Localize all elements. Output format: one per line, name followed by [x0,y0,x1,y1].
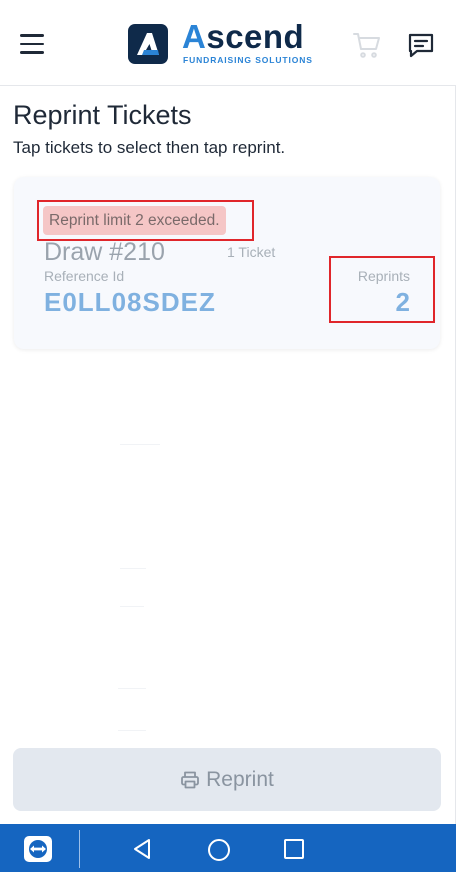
back-icon[interactable] [130,837,154,861]
logo-word-accent: A [182,18,207,55]
divider [118,730,146,731]
ascend-logo: Ascend FUNDRAISING SOLUTIONS [128,20,328,66]
logo-tagline: FUNDRAISING SOLUTIONS [183,55,313,65]
reprints-highlight-box [329,256,435,323]
nav-divider [79,830,80,868]
ticket-count: 1 Ticket [227,244,276,260]
reference-id-value: E0LL08SDEZ [44,287,216,317]
chat-icon[interactable] [406,30,436,60]
reprint-button[interactable]: Reprint [13,748,441,811]
recents-icon[interactable] [283,838,305,860]
app-screen: Ascend FUNDRAISING SOLUTIONS Reprint Tic… [0,0,456,872]
divider [118,688,146,689]
divider [120,444,160,445]
page-title: Reprint Tickets [13,100,192,130]
divider [120,568,146,569]
teamviewer-icon[interactable] [23,835,53,863]
draw-number: Draw #210 [44,238,165,266]
reprint-button-label: Reprint [206,767,274,791]
logo-mark-icon [128,24,168,64]
cart-icon[interactable] [352,30,382,60]
divider [120,606,144,607]
menu-icon[interactable] [20,34,46,54]
page-subtitle: Tap tickets to select then tap reprint. [13,138,286,157]
android-nav-bar [0,824,456,872]
home-icon[interactable] [206,837,232,863]
reference-id-label: Reference Id [44,268,125,284]
logo-word-rest: scend [206,18,305,55]
logo-wordmark: Ascend FUNDRAISING SOLUTIONS [182,20,328,65]
app-header: Ascend FUNDRAISING SOLUTIONS [0,0,456,86]
printer-icon [180,770,200,790]
limit-highlight-box [37,200,254,241]
